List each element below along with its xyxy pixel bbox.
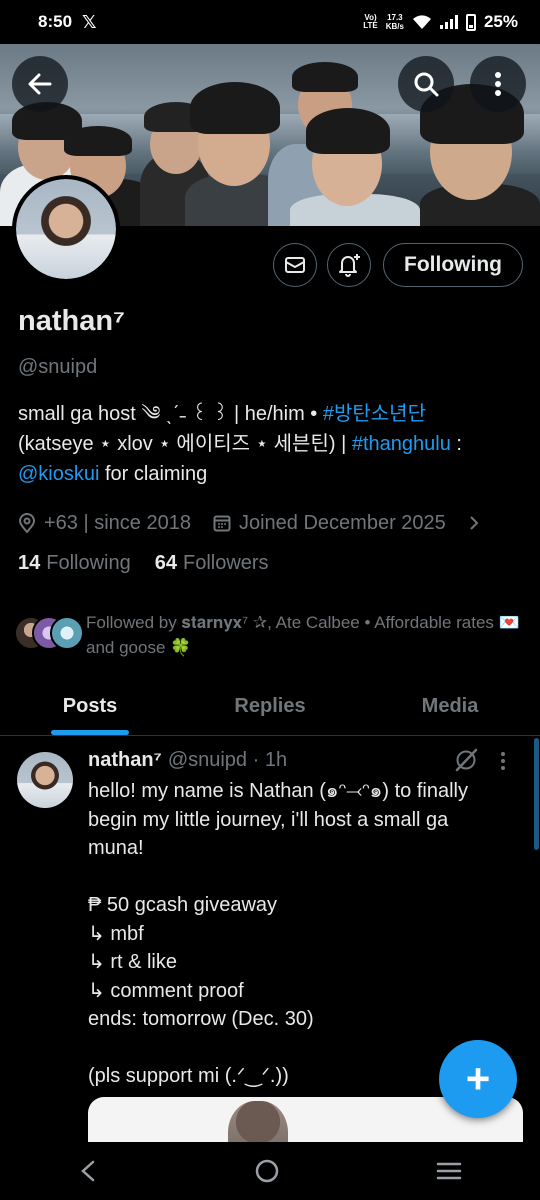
arrow-left-icon bbox=[28, 73, 52, 95]
profile-avatar[interactable] bbox=[12, 175, 120, 283]
post-header: nathan⁷ @snuipd · 1h bbox=[88, 749, 287, 772]
volte-icon: Vo) LTE bbox=[363, 13, 378, 30]
nav-recents-icon[interactable] bbox=[436, 1160, 462, 1182]
more-vertical-icon bbox=[495, 72, 501, 96]
joined-text: Joined December 2025 bbox=[238, 511, 446, 534]
bio-text-3: : bbox=[450, 433, 462, 455]
chevron-right-icon[interactable] bbox=[468, 514, 480, 532]
bio-mention[interactable]: @kioskui bbox=[18, 463, 99, 485]
following-count-link[interactable]: 14 Following bbox=[18, 552, 131, 575]
search-button[interactable] bbox=[398, 56, 454, 112]
tab-media[interactable]: Media bbox=[360, 678, 540, 735]
followers-count: 64 bbox=[154, 552, 177, 574]
net-speed: 17.3 KB/s bbox=[386, 13, 404, 31]
compose-button[interactable]: + bbox=[439, 1040, 517, 1118]
bio-text-2: (katseye ⋆ xlov ⋆ 에이티즈 ⋆ 세븐틴) | bbox=[18, 433, 352, 455]
profile-tabs: Posts Replies Media bbox=[0, 678, 540, 736]
status-bar: 8:50 𝕏 Vo) LTE 17.3 KB/s 25% bbox=[0, 0, 540, 44]
net-speed-unit: KB/s bbox=[385, 22, 404, 31]
mutual-avatar-3 bbox=[50, 616, 84, 650]
search-icon bbox=[414, 72, 439, 97]
location-text: +63 | since 2018 bbox=[44, 511, 191, 534]
x-logo-icon: 𝕏 bbox=[82, 11, 97, 32]
battery-percent: 25% bbox=[483, 12, 518, 31]
more-options-button[interactable] bbox=[470, 56, 526, 112]
post-meta: @snuipd · 1h bbox=[167, 749, 288, 771]
tab-replies[interactable]: Replies bbox=[180, 678, 360, 735]
calendar-icon bbox=[213, 515, 231, 532]
grok-icon[interactable] bbox=[453, 747, 479, 773]
location-item: +63 | since 2018 bbox=[18, 512, 191, 535]
followed-by-text: Followed by 𝐬𝐭𝐚𝐫𝐧𝐲𝐱⁷ ✰, Ate Calbee • Aff… bbox=[86, 613, 520, 657]
plus-icon: + bbox=[465, 1055, 491, 1102]
display-name: nathan⁷ bbox=[18, 305, 126, 337]
profile-bio: small ga host ༄ ˎˊ˗ ꒰ ꒱ | he/him • #방탄소년… bbox=[18, 399, 523, 489]
avatar-image bbox=[16, 179, 116, 279]
status-time: 8:50 bbox=[38, 12, 73, 31]
scrollbar[interactable] bbox=[534, 738, 539, 850]
signal-icon bbox=[439, 15, 458, 29]
following-label: Following bbox=[46, 552, 131, 574]
followers-count-link[interactable]: 64 Followers bbox=[155, 552, 269, 575]
net-speed-value: 17.3 bbox=[387, 13, 403, 22]
tab-posts[interactable]: Posts bbox=[0, 678, 180, 735]
nav-back-icon[interactable] bbox=[78, 1159, 98, 1183]
bio-text-1: small ga host ༄ ˎˊ˗ ꒰ ꒱ | he/him • bbox=[18, 403, 323, 425]
location-pin-icon bbox=[18, 513, 36, 533]
post-body: hello! my name is Nathan (๑ᵔ⤙ᵔ๑) to fina… bbox=[88, 780, 468, 1087]
mail-icon bbox=[285, 257, 305, 273]
bio-hashtag-bts[interactable]: #방탄소년단 bbox=[323, 403, 426, 425]
post-avatar[interactable] bbox=[17, 752, 73, 808]
back-button[interactable] bbox=[12, 56, 68, 112]
message-button[interactable] bbox=[273, 243, 317, 287]
system-nav-bar bbox=[0, 1142, 540, 1200]
profile-handle: @snuipd bbox=[18, 356, 98, 378]
following-button[interactable]: Following bbox=[383, 243, 523, 287]
bio-text-4: for claiming bbox=[99, 463, 208, 485]
follow-counts: 14 Following 64 Followers bbox=[18, 552, 269, 575]
bio-hashtag-thanghulu[interactable]: #thanghulu bbox=[352, 433, 451, 455]
bell-plus-icon bbox=[339, 254, 360, 277]
post-author-name[interactable]: nathan⁷ bbox=[88, 749, 162, 771]
nav-home-icon[interactable] bbox=[254, 1158, 280, 1184]
notifications-button[interactable] bbox=[327, 243, 371, 287]
wifi-icon bbox=[412, 15, 431, 29]
following-count: 14 bbox=[18, 552, 41, 574]
joined-item: Joined December 2025 bbox=[213, 512, 446, 535]
post-more-icon[interactable] bbox=[500, 751, 506, 771]
battery-icon bbox=[465, 13, 476, 31]
followers-label: Followers bbox=[182, 552, 269, 574]
profile-meta: +63 | since 2018 Joined December 2025 bbox=[18, 509, 523, 537]
